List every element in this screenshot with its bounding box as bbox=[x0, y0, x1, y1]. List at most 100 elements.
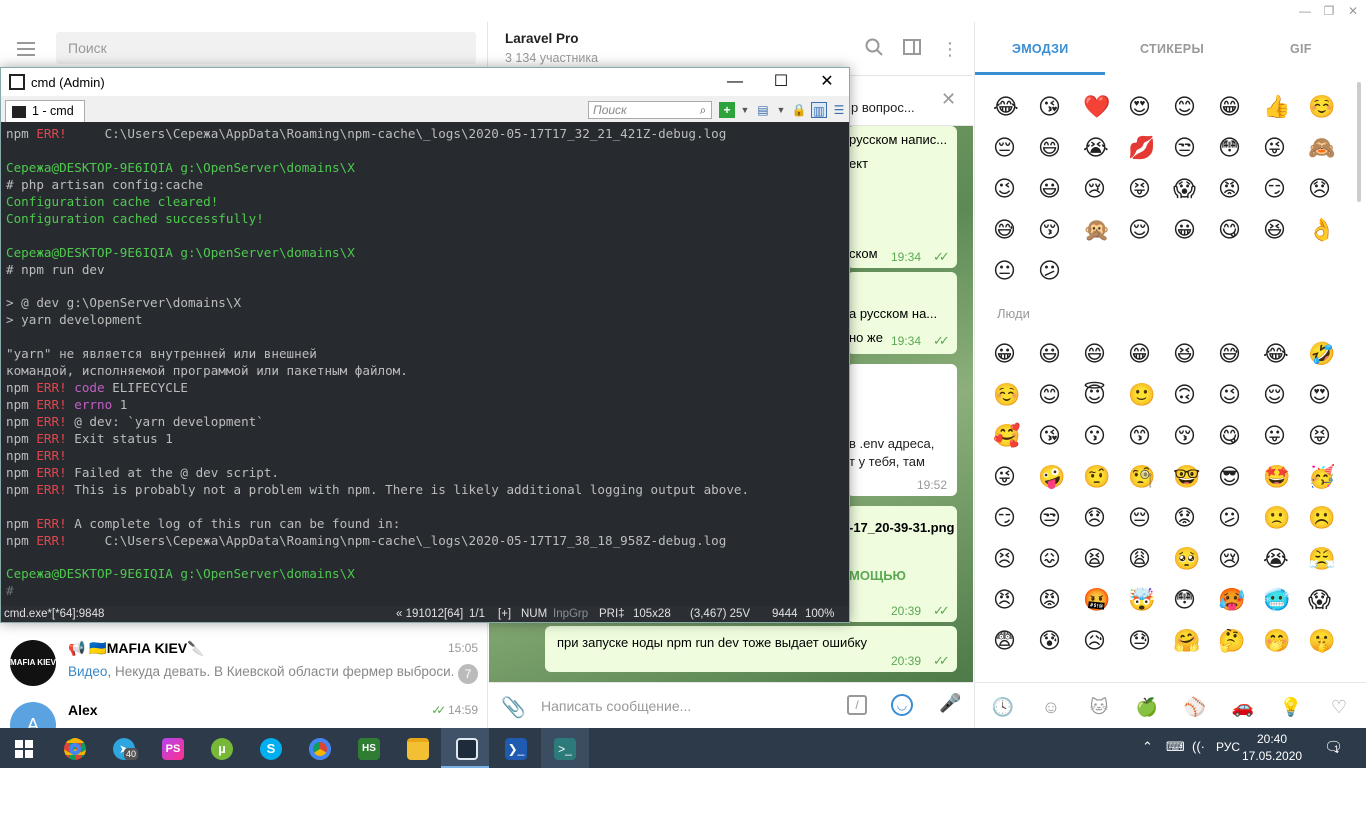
emoji-item[interactable]: 🤬 bbox=[1083, 580, 1128, 621]
emoji-item[interactable]: 😚 bbox=[1038, 210, 1083, 251]
message-bubble[interactable]: -17_20-39-31.png МОЩЬЮ 20:39 ✓✓ bbox=[847, 506, 957, 622]
emoji-item[interactable]: ☺️ bbox=[993, 375, 1038, 416]
emoji-item[interactable]: 😍 bbox=[1128, 87, 1173, 128]
emoji-item[interactable]: 😱 bbox=[1173, 169, 1218, 210]
emoji-item[interactable]: 😌 bbox=[1128, 210, 1173, 251]
emoji-item[interactable]: 😝 bbox=[1308, 416, 1353, 457]
start-button[interactable] bbox=[0, 728, 48, 768]
emoji-item[interactable]: 😨 bbox=[993, 621, 1038, 662]
emoji-item[interactable]: 🤗 bbox=[1173, 621, 1218, 662]
emoji-item[interactable]: 😉 bbox=[1218, 375, 1263, 416]
emoji-item[interactable]: 😋 bbox=[1218, 210, 1263, 251]
chrome-icon[interactable] bbox=[296, 728, 344, 768]
emoji-item[interactable]: 😘 bbox=[1038, 87, 1083, 128]
emoji-item[interactable]: 😆 bbox=[1263, 210, 1308, 251]
emoji-item[interactable]: 🤨 bbox=[1083, 457, 1128, 498]
close-icon[interactable]: ✕ bbox=[1342, 0, 1364, 22]
emoji-item[interactable]: 😐 bbox=[993, 251, 1038, 292]
layout-icon[interactable]: ▤ bbox=[755, 102, 771, 118]
more-icon[interactable]: ⋮ bbox=[939, 38, 961, 60]
emoji-icon[interactable]: ◡ bbox=[891, 694, 913, 716]
emoji-item[interactable]: 😕 bbox=[1038, 251, 1083, 292]
message-input[interactable]: Написать сообщение... bbox=[541, 698, 691, 714]
emoji-item[interactable]: 🧐 bbox=[1128, 457, 1173, 498]
tab-stickers[interactable]: СТИКЕРЫ bbox=[1140, 42, 1204, 56]
search-icon[interactable] bbox=[863, 38, 885, 60]
telegram-icon[interactable]: ➤40 bbox=[100, 728, 148, 768]
menu-icon[interactable]: ☰ bbox=[831, 102, 847, 118]
emoji-item[interactable]: 😭 bbox=[1083, 128, 1128, 169]
emoji-item[interactable]: 😛 bbox=[1263, 416, 1308, 457]
emoji-item[interactable]: 🥶 bbox=[1263, 580, 1308, 621]
tab-gif[interactable]: GIF bbox=[1290, 42, 1312, 56]
close-pinned-icon[interactable]: ✕ bbox=[941, 89, 956, 110]
cat-icon[interactable]: 🐱 bbox=[1087, 695, 1111, 719]
emoji-item[interactable]: 😚 bbox=[1173, 416, 1218, 457]
console-output[interactable]: npm ERR! C:\Users\Сережа\AppData\Roaming… bbox=[1, 122, 849, 606]
heidisql-icon[interactable]: HS bbox=[345, 728, 393, 768]
emoji-item[interactable]: 😏 bbox=[993, 498, 1038, 539]
emoji-item[interactable]: 😇 bbox=[1083, 375, 1128, 416]
scrollbar[interactable] bbox=[1357, 82, 1361, 202]
emoji-item[interactable]: 🙃 bbox=[1173, 375, 1218, 416]
emoji-item[interactable]: 👌 bbox=[1308, 210, 1353, 251]
emoji-item[interactable]: 😎 bbox=[1218, 457, 1263, 498]
emoji-item[interactable]: 😞 bbox=[1308, 169, 1353, 210]
emoji-item[interactable]: 😠 bbox=[993, 580, 1038, 621]
attach-icon[interactable]: 📎 bbox=[501, 695, 526, 720]
emoji-item[interactable]: 💋 bbox=[1128, 128, 1173, 169]
tab-emoji[interactable]: ЭМОДЗИ bbox=[1012, 42, 1069, 56]
chevron-up-icon[interactable]: ⌃ bbox=[1142, 739, 1153, 755]
emoji-item[interactable]: 😭 bbox=[1263, 539, 1308, 580]
chat-list-item[interactable]: A Alex ✓✓ 14:59 bbox=[0, 694, 488, 728]
emoji-item[interactable]: 😡 bbox=[1038, 580, 1083, 621]
emoji-item[interactable]: 🤓 bbox=[1173, 457, 1218, 498]
emoji-item[interactable]: 🤫 bbox=[1308, 621, 1353, 662]
emoji-item[interactable]: 😥 bbox=[1083, 621, 1128, 662]
bot-command-icon[interactable]: / bbox=[847, 695, 867, 715]
smiley-icon[interactable]: ☺ bbox=[1039, 695, 1063, 719]
phpstorm-icon[interactable]: PS bbox=[149, 728, 197, 768]
emoji-item[interactable]: 😘 bbox=[1038, 416, 1083, 457]
emoji-item[interactable]: 🤣 bbox=[1308, 334, 1353, 375]
emoji-item[interactable]: 😁 bbox=[1128, 334, 1173, 375]
emoji-item[interactable]: 😤 bbox=[1308, 539, 1353, 580]
emoji-item[interactable]: 😢 bbox=[1083, 169, 1128, 210]
menu-icon[interactable] bbox=[14, 40, 38, 58]
emoji-item[interactable]: 😏 bbox=[1263, 169, 1308, 210]
emoji-item[interactable]: 😳 bbox=[1218, 128, 1263, 169]
emoji-item[interactable]: 🤪 bbox=[1038, 457, 1083, 498]
emoji-item[interactable]: 🤩 bbox=[1263, 457, 1308, 498]
new-console-icon[interactable]: + bbox=[719, 102, 735, 118]
emoji-item[interactable]: ☹️ bbox=[1308, 498, 1353, 539]
emoji-item[interactable]: 😜 bbox=[993, 457, 1038, 498]
emoji-item[interactable]: ☺️ bbox=[1308, 87, 1353, 128]
close-button[interactable]: ✕ bbox=[804, 68, 850, 96]
emoji-item[interactable]: 😓 bbox=[1128, 621, 1173, 662]
clock[interactable]: 20:40 17.05.2020 bbox=[1242, 731, 1302, 765]
emoji-item[interactable]: 😟 bbox=[1173, 498, 1218, 539]
emoji-item[interactable]: 😅 bbox=[993, 210, 1038, 251]
emoji-item[interactable]: 😔 bbox=[1128, 498, 1173, 539]
message-bubble[interactable]: в .env адреса, т у тебя, там 19:52 bbox=[847, 364, 957, 496]
emoji-item[interactable]: 😩 bbox=[1128, 539, 1173, 580]
powershell-icon[interactable]: ❯_ bbox=[492, 728, 540, 768]
microphone-icon[interactable]: 🎤 bbox=[939, 693, 961, 714]
emoji-item[interactable]: 😞 bbox=[1083, 498, 1128, 539]
emoji-item[interactable]: 😀 bbox=[993, 334, 1038, 375]
emoji-item[interactable]: 😋 bbox=[1218, 416, 1263, 457]
search-input[interactable]: Поиск bbox=[56, 32, 476, 64]
emoji-item[interactable]: 😫 bbox=[1083, 539, 1128, 580]
utorrent-icon[interactable]: µ bbox=[198, 728, 246, 768]
chat-list-item[interactable]: MAFIA KIEV 📢 🇺🇦MAFIA KIEV🔪 15:05 Видео, … bbox=[0, 632, 488, 694]
emoji-item[interactable]: 😍 bbox=[1308, 375, 1353, 416]
emoji-item[interactable]: 🤔 bbox=[1218, 621, 1263, 662]
minimize-button[interactable]: — bbox=[712, 68, 758, 96]
message-bubble[interactable]: при запуске ноды npm run dev тоже выдает… bbox=[545, 626, 957, 672]
maximize-button[interactable]: ☐ bbox=[758, 68, 804, 96]
emoji-item[interactable]: 😖 bbox=[1038, 539, 1083, 580]
emoji-item[interactable]: 😗 bbox=[1083, 416, 1128, 457]
emoji-item[interactable]: 🥳 bbox=[1308, 457, 1353, 498]
emoji-item[interactable]: 😕 bbox=[1218, 498, 1263, 539]
emoji-item[interactable]: 😂 bbox=[1263, 334, 1308, 375]
